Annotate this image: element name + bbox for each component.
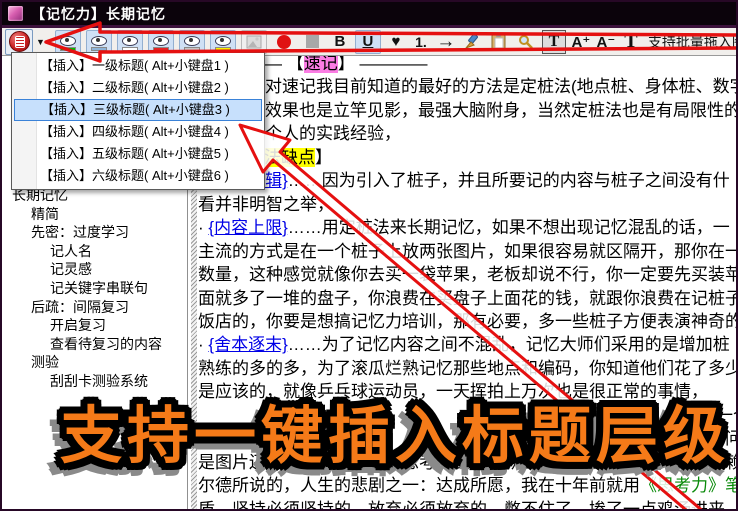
menu-list-icon bbox=[8, 31, 30, 52]
tree-item[interactable]: 测验 bbox=[2, 353, 187, 372]
eye-icon bbox=[59, 35, 76, 46]
highlight-eye-button-6[interactable] bbox=[209, 29, 236, 54]
menu-item-insert-heading-6[interactable]: 【插入】六级标题( Alt+小键盘6 ) bbox=[12, 165, 264, 187]
highlight-eye-button-4[interactable] bbox=[147, 29, 174, 54]
arrow-symbol-button[interactable]: → bbox=[436, 31, 456, 53]
highlight-eye-button-2[interactable] bbox=[85, 29, 112, 54]
eye-icon bbox=[121, 35, 138, 46]
eye-icon bbox=[90, 35, 107, 46]
font-increase-button[interactable]: A⁺ bbox=[571, 31, 591, 53]
menu-item-insert-heading-4[interactable]: 【插入】四级标题( Alt+小键盘4 ) bbox=[12, 121, 264, 143]
editor-line: · {内容上限}……用定桩法来长期记忆，如果不想出现记忆混乱的话，一 bbox=[198, 218, 730, 238]
tree-item[interactable]: 记灵感 bbox=[2, 260, 187, 279]
clipboard-icon bbox=[491, 33, 506, 50]
font-decrease-button[interactable]: A⁻ bbox=[596, 31, 616, 53]
tree-item[interactable]: 记关键字串联句 bbox=[2, 279, 187, 298]
dropdown-caret-icon[interactable]: ▼ bbox=[36, 37, 45, 47]
highlight-color-bar bbox=[214, 46, 231, 51]
eye-icon bbox=[214, 35, 231, 46]
editor-line: · {违背逻辑}……因为引入了桩子，并且所要记的内容与桩子之间没有什 bbox=[198, 171, 730, 191]
text-style-button[interactable]: T bbox=[541, 29, 566, 54]
highlight-color-bar bbox=[121, 46, 138, 51]
editor-line: 个人的实践经验， bbox=[265, 124, 401, 144]
placeholder-button[interactable] bbox=[301, 31, 325, 53]
tree-item[interactable]: 先密：过度学习 bbox=[2, 223, 187, 242]
editor-line: 面就多了一堆的盘子，你浪费在买盘子上面花的钱，就跟你浪费在记桩子 bbox=[198, 288, 738, 308]
highlight-eye-button-3[interactable] bbox=[116, 29, 143, 54]
highlight-color-bar bbox=[59, 46, 76, 51]
highlight-color-bar bbox=[152, 46, 169, 51]
menu-item-insert-heading-1[interactable]: 【插入】一级标题( Alt+小键盘1 ) bbox=[12, 55, 264, 77]
menu-item-insert-heading-2[interactable]: 【插入】二级标题( Alt+小键盘2 ) bbox=[12, 77, 264, 99]
tree-item[interactable]: 开启复习 bbox=[2, 316, 187, 335]
editor-line: 数量，这种感觉就像你去买一袋苹果，老板却说不行，你一定要先买装苹 bbox=[198, 265, 738, 285]
editor-line: · {舍本逐末}……为了记忆内容之间不混乱，记忆大师们采用的是增加桩 bbox=[198, 335, 730, 355]
menu-item-insert-heading-5[interactable]: 【插入】五级标题( Alt+小键盘5 ) bbox=[12, 143, 264, 165]
editor-line: 看并非明智之举， bbox=[198, 194, 334, 214]
app-logo-icon bbox=[8, 6, 23, 21]
bold-button[interactable]: B bbox=[330, 31, 350, 53]
text-tool-button[interactable]: T bbox=[621, 30, 641, 53]
editor-line: 是图片还要转换，会占用掉思考的资源，就会导致反应慢半拍，过分依赖 bbox=[198, 452, 738, 472]
tree-item[interactable]: 刮刮卡测验系统 bbox=[2, 372, 187, 391]
highlight-eye-button-1[interactable] bbox=[54, 29, 81, 54]
title-bar: 【记忆力】长期记忆 bbox=[2, 2, 736, 25]
brush-icon bbox=[464, 33, 479, 50]
tree-item[interactable]: 查看待复习的内容 bbox=[2, 335, 187, 354]
editor-line: 人慢半 bbox=[198, 429, 249, 449]
highlight-color-bar bbox=[90, 46, 107, 51]
editor-line: 是应该的，就像乒乓球运动员，一天挥拍上万次也是很正常的事情， bbox=[198, 382, 708, 402]
window-title: 【记忆力】长期记忆 bbox=[31, 5, 166, 22]
numbered-list-button[interactable]: 1. bbox=[411, 31, 431, 53]
placeholder-square-icon bbox=[306, 35, 320, 48]
tree-item[interactable]: 后疏：间隔复习 bbox=[2, 298, 187, 317]
highlight-color-bar bbox=[183, 46, 200, 51]
editor-line: 效果也是立竿见影，最强大脑附身，当然定桩法也是有局限性的 bbox=[265, 100, 738, 120]
paste-button[interactable] bbox=[488, 31, 510, 53]
highlight-eye-button-5[interactable] bbox=[178, 29, 205, 54]
symbol-heart-button[interactable]: ♥ bbox=[386, 31, 406, 53]
record-button[interactable] bbox=[272, 31, 296, 53]
eye-icon bbox=[152, 35, 169, 46]
search-button[interactable] bbox=[515, 31, 537, 53]
editor-line: — 【速记】 ———— bbox=[265, 54, 428, 73]
eye-icon bbox=[183, 35, 200, 46]
magnifier-icon bbox=[518, 34, 533, 49]
insert-heading-menu: 【插入】一级标题( Alt+小键盘1 ) 【插入】二级标题( Alt+小键盘2 )… bbox=[11, 52, 265, 190]
drag-drop-hint-label: 支持批量拖入图片 Ctrl + 鼠标 bbox=[647, 33, 736, 50]
editor-line: 知道他们问 bbox=[657, 429, 738, 449]
editor-line: 饭店的，你要是想搞记忆力培训，那有必要，多一些桩子方便表演神奇的 bbox=[198, 311, 738, 331]
image-icon bbox=[246, 35, 262, 48]
record-dot-icon bbox=[276, 34, 291, 49]
menu-item-insert-heading-3[interactable]: 【插入】三级标题( Alt+小键盘3 ) bbox=[14, 99, 262, 121]
tree-item[interactable]: 精简 bbox=[2, 205, 187, 224]
editor-line: 会发现一个 bbox=[665, 405, 736, 425]
editor-line: 对速记我目前知道的最好的方法是定桩法(地点桩、身体桩、数字 bbox=[265, 77, 738, 97]
editor-line: 主流的方式是在一个桩子上放两张图片，如果很容易就区隔开，那你在一 bbox=[198, 241, 738, 261]
insert-image-button[interactable] bbox=[240, 29, 267, 54]
editor-line: 熟练的多的多，为了滚瓜烂熟记忆那些地点和编码，你知道他们花了多少 bbox=[198, 358, 738, 378]
format-brush-button[interactable] bbox=[461, 31, 483, 53]
app-window: 【记忆力】长期记忆 ▼ B U ♥ 1. → T A⁺ A⁻ T 支持批量拖入 … bbox=[0, 0, 738, 511]
tree-item[interactable]: 记人名 bbox=[2, 242, 187, 261]
editor-line: 尔德所说的，人生的悲剧之一：达成所愿，我在十年前就用《思考力》笔 bbox=[198, 476, 738, 496]
insert-heading-menu-button[interactable] bbox=[5, 28, 33, 55]
underline-button[interactable]: U bbox=[354, 29, 381, 54]
editor-line: 质，坚持必须坚持的，放弃必须放弃的，憋不住了，掺了一点鸡汤进来。 bbox=[198, 499, 738, 511]
